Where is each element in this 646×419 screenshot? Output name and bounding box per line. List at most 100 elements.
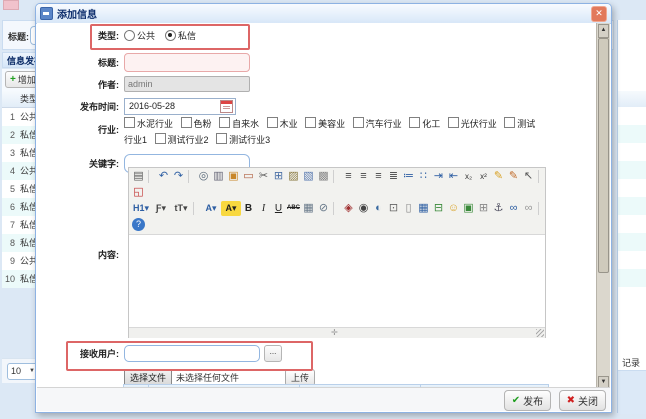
subscript-icon[interactable]: x₂ [461, 169, 476, 184]
checkbox-industry[interactable]: 汽车行业 [353, 119, 402, 129]
emoticon-icon[interactable]: ☺ [446, 201, 461, 216]
eraser-icon[interactable]: ⊘ [316, 201, 331, 216]
receiver-input[interactable] [124, 345, 260, 362]
checkbox-industry[interactable]: 木业 [267, 119, 298, 129]
checkbox-industry[interactable]: 美容业 [305, 119, 345, 129]
anchor-icon[interactable]: ⚓ [491, 201, 506, 216]
checkbox-industry[interactable]: 色粉 [181, 119, 212, 129]
title-input[interactable] [124, 53, 250, 72]
select-all-icon[interactable]: ↖ [521, 169, 536, 184]
image-icon[interactable]: ▣ [461, 201, 476, 216]
browse-users-button[interactable]: ... [264, 345, 282, 362]
file-icon[interactable]: ▯ [401, 201, 416, 216]
align-right-icon[interactable]: ≡ [371, 169, 386, 184]
superscript-icon[interactable]: x² [476, 169, 491, 184]
resize-handle-icon[interactable]: ✛ [331, 328, 338, 338]
author-label: 作者: [37, 78, 119, 91]
content-label-row: 内容: [37, 248, 124, 261]
borders-icon[interactable]: ▦ [301, 201, 316, 216]
bold-icon[interactable]: B [241, 201, 256, 216]
checkbox-icon[interactable] [181, 117, 192, 128]
check-icon: ✔ [512, 395, 520, 406]
quick-format-icon[interactable]: ✎ [506, 169, 521, 184]
scrollbar-thumb[interactable] [598, 38, 609, 273]
underline-icon[interactable]: U [271, 201, 286, 216]
font-name-icon[interactable]: Ƒ▾ [151, 201, 171, 216]
checkbox-industry[interactable]: 水泥行业 [124, 119, 173, 129]
font-size-icon[interactable]: tT▾ [171, 201, 191, 216]
outdent-icon[interactable]: ⇤ [446, 169, 461, 184]
checkbox-industry[interactable]: 光伏行业 [448, 119, 497, 129]
unlink-icon[interactable]: ∞ [521, 201, 536, 216]
source-icon[interactable]: ▤ [131, 169, 146, 184]
checkbox-icon[interactable] [267, 117, 278, 128]
undo-icon[interactable]: ↶ [156, 169, 171, 184]
flash-icon[interactable]: ◈ [341, 201, 356, 216]
heading-icon[interactable]: H1▾ [131, 201, 151, 216]
align-left-icon[interactable]: ≡ [341, 169, 356, 184]
toolbar-separator [188, 170, 194, 183]
checkbox-icon[interactable] [155, 133, 166, 144]
copy-icon[interactable]: ⊞ [271, 169, 286, 184]
checkbox-icon[interactable] [409, 117, 420, 128]
industry-row: 行业: 水泥行业 色粉 自来水 木业 美容业 汽车行业 化工 光伏行业 测试行业… [37, 116, 538, 148]
radio-private[interactable]: 私信 [165, 29, 196, 42]
checkbox-industry[interactable]: 测试行业3 [216, 135, 270, 145]
print-icon[interactable]: ▥ [211, 169, 226, 184]
fullscreen-icon[interactable]: ◱ [131, 185, 146, 200]
page-size-select[interactable]: 10▼ [7, 363, 38, 380]
table-icon[interactable]: ▦ [416, 201, 431, 216]
indent-icon[interactable]: ⇥ [431, 169, 446, 184]
template-icon[interactable]: ▣ [226, 169, 241, 184]
justify-icon[interactable]: ≣ [386, 169, 401, 184]
editor-content-area[interactable] [129, 235, 545, 327]
radio-icon[interactable] [124, 30, 135, 41]
checkbox-icon[interactable] [124, 117, 135, 128]
ordered-list-icon[interactable]: ≔ [401, 169, 416, 184]
strikethrough-icon[interactable]: ABC [286, 201, 301, 216]
corner-resize-icon[interactable] [536, 329, 544, 337]
redo-icon[interactable]: ↷ [171, 169, 186, 184]
code-icon[interactable]: ▭ [241, 169, 256, 184]
paste-text-icon[interactable]: ▩ [316, 169, 331, 184]
hr-icon[interactable]: ⊟ [431, 201, 446, 216]
embed-icon[interactable]: ◐ [371, 201, 386, 216]
media-icon[interactable]: ◉ [356, 201, 371, 216]
checkbox-icon[interactable] [216, 133, 227, 144]
movie-icon[interactable]: ⊡ [386, 201, 401, 216]
radio-public[interactable]: 公共 [124, 29, 155, 42]
link-icon[interactable]: ∞ [506, 201, 521, 216]
dialog-scrollbar[interactable]: ▲ ▼ [596, 23, 610, 391]
publish-button[interactable]: ✔发布 [504, 390, 551, 411]
align-center-icon[interactable]: ≡ [356, 169, 371, 184]
background-tab[interactable] [3, 0, 19, 10]
preview-icon[interactable]: ◎ [196, 169, 211, 184]
text-color-icon[interactable]: A▾ [201, 201, 221, 216]
date-input[interactable]: 2016-05-28 [124, 98, 236, 115]
highlight-color-icon[interactable]: A▾ [221, 201, 241, 216]
scroll-up-icon[interactable]: ▲ [598, 24, 609, 38]
type-label: 类型: [37, 29, 119, 42]
calendar-icon[interactable] [220, 100, 233, 113]
paste-icon[interactable]: ▨ [286, 169, 301, 184]
capture-icon[interactable]: ⊞ [476, 201, 491, 216]
format-brush-icon[interactable]: ✎ [491, 169, 506, 184]
checkbox-icon[interactable] [353, 117, 364, 128]
background-right-strip: 记录 [617, 20, 646, 413]
checkbox-icon[interactable] [305, 117, 316, 128]
checkbox-icon[interactable] [219, 117, 230, 128]
checkbox-industry[interactable]: 自来水 [219, 119, 259, 129]
checkbox-industry[interactable]: 化工 [409, 119, 440, 129]
cut-icon[interactable]: ✂ [256, 169, 271, 184]
radio-checked-icon[interactable] [165, 30, 176, 41]
paste-word-icon[interactable]: ▧ [301, 169, 316, 184]
dialog-titlebar[interactable]: 添加信息 ✕ [36, 4, 611, 24]
checkbox-icon[interactable] [448, 117, 459, 128]
unordered-list-icon[interactable]: ∷ [416, 169, 431, 184]
italic-icon[interactable]: I [256, 201, 271, 216]
close-icon[interactable]: ✕ [591, 6, 607, 22]
checkbox-icon[interactable] [504, 117, 515, 128]
checkbox-industry[interactable]: 测试行业2 [155, 135, 209, 145]
about-icon[interactable]: ? [132, 218, 145, 231]
close-button[interactable]: ✖关闭 [559, 390, 606, 411]
